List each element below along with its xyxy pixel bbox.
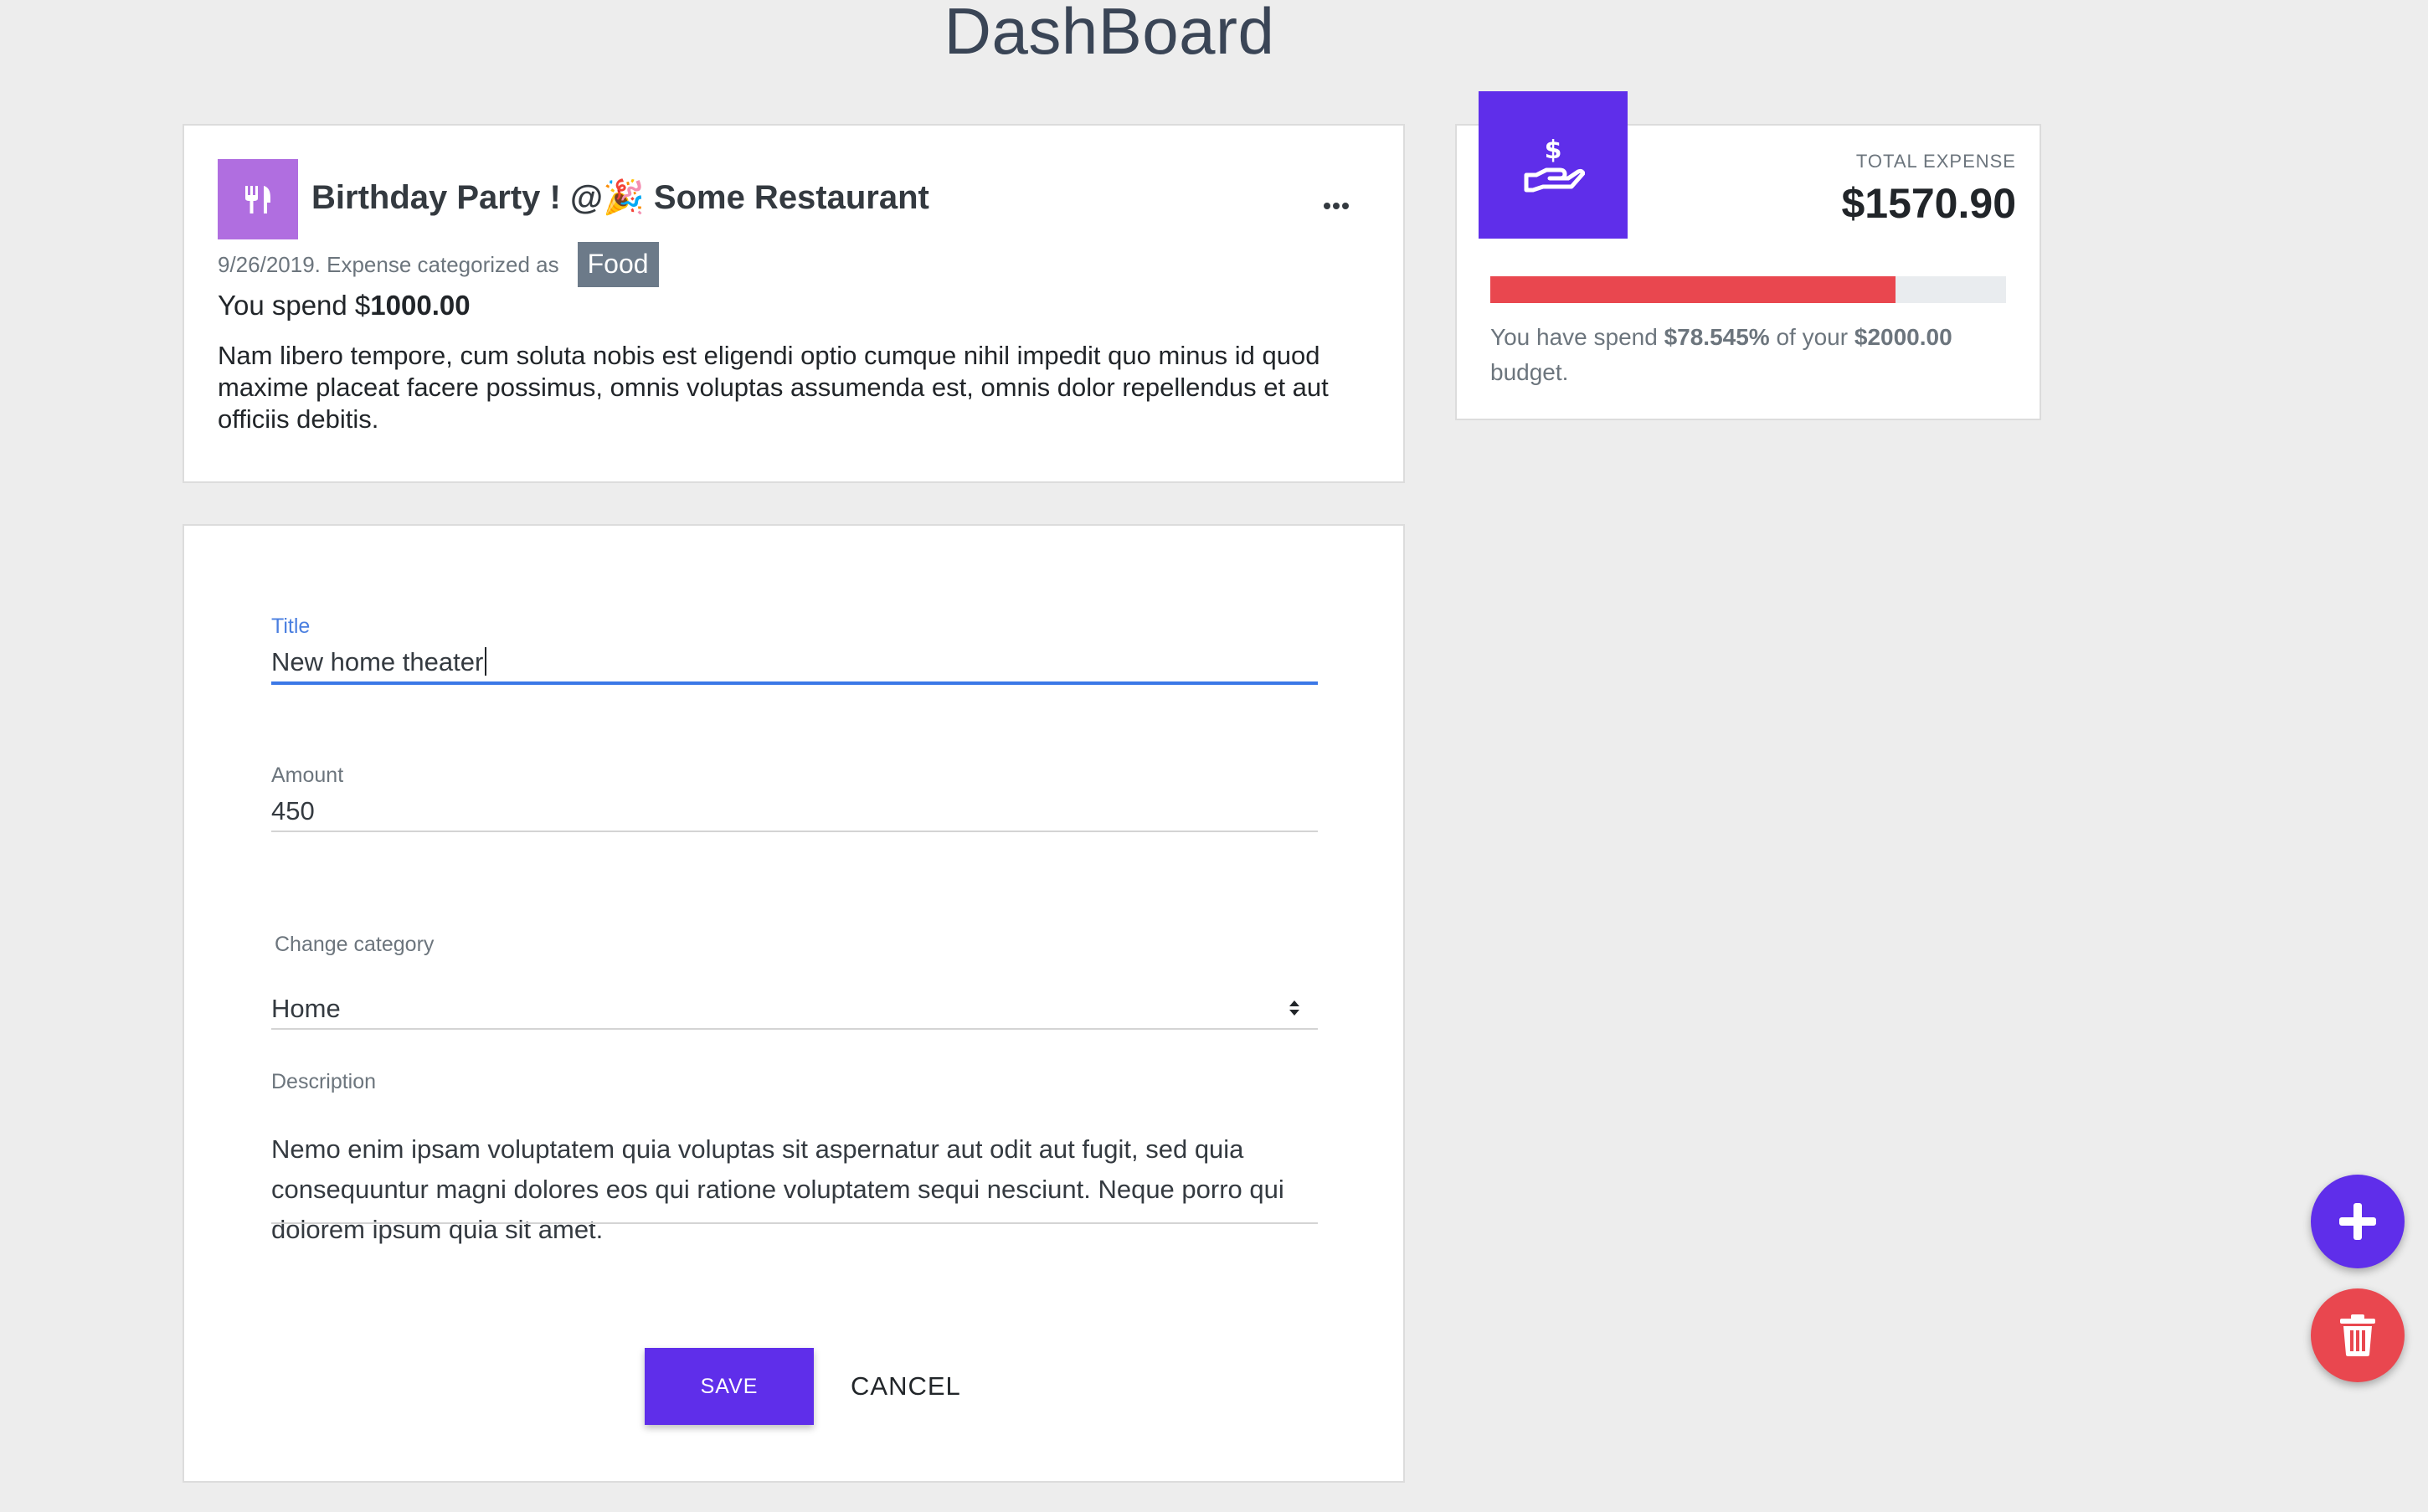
budget-mid: of your [1769, 324, 1854, 350]
budget-progress-fill [1490, 276, 1896, 303]
title-input[interactable]: New home theater [271, 647, 1318, 677]
title-underline [271, 681, 1318, 685]
page-title: DashBoard [944, 0, 1275, 68]
select-arrows-icon[interactable] [1288, 998, 1301, 1022]
category-badge: Food [577, 242, 659, 287]
total-expense-value: $1570.90 [1841, 180, 2016, 227]
expense-date-text: 9/26/2019. Expense categorized as [218, 251, 559, 277]
amount-input[interactable]: 450 [271, 796, 1318, 826]
description-underline [271, 1222, 1318, 1224]
budget-text: You have spend $78.545% of your $2000.00… [1490, 320, 2018, 390]
amount-label: Amount [271, 764, 344, 787]
expense-spend: You spend $1000.00 [218, 290, 471, 321]
budget-percent: $78.545% [1664, 324, 1770, 350]
svg-text:$: $ [1545, 136, 1562, 165]
total-expense-label: TOTAL EXPENSE [1855, 151, 2016, 172]
cancel-button[interactable]: CANCEL [851, 1348, 961, 1425]
budget-amount: $2000.00 [1854, 324, 1952, 350]
expense-edit-form: Title New home theater Amount 450 Change… [183, 524, 1405, 1483]
delete-expense-button[interactable] [2311, 1288, 2405, 1382]
category-label: Change category [275, 933, 435, 956]
description-label: Description [271, 1070, 377, 1093]
text-cursor [485, 647, 487, 676]
expense-meta: 9/26/2019. Expense categorized as Food [218, 239, 659, 290]
spend-amount: 1000.00 [370, 290, 471, 321]
category-field[interactable]: Change category Home [271, 933, 1318, 1030]
expense-card: Birthday Party ! @🎉 Some Restaurant 9/26… [183, 124, 1405, 483]
save-button[interactable]: SAVE [645, 1348, 814, 1425]
category-select[interactable]: Home [271, 994, 1318, 1024]
description-field[interactable]: Description Nemo enim ipsam voluptatem q… [271, 1070, 1318, 1244]
spend-prefix: You spend $ [218, 290, 371, 321]
budget-prefix: You have spend [1490, 324, 1664, 350]
ellipsis-icon[interactable] [1323, 199, 1350, 214]
budget-suffix: budget. [1490, 359, 1569, 385]
plus-icon [2339, 1203, 2376, 1240]
trash-icon [2340, 1314, 2375, 1356]
expense-description: Nam libero tempore, cum soluta nobis est… [218, 341, 1329, 434]
utensils-icon [218, 159, 298, 239]
title-label: Title [271, 615, 311, 638]
description-textarea[interactable]: Nemo enim ipsam voluptatem quia voluptas… [271, 1129, 1318, 1250]
expense-title: Birthday Party ! @🎉 Some Restaurant [311, 179, 929, 216]
budget-progress-bar [1490, 276, 2006, 303]
add-expense-button[interactable] [2311, 1175, 2405, 1268]
amount-field[interactable]: Amount 450 [271, 764, 1318, 832]
hand-dollar-icon: $ [1479, 91, 1628, 239]
title-field[interactable]: Title New home theater [271, 615, 1318, 685]
amount-underline [271, 831, 1318, 832]
category-underline [271, 1028, 1318, 1030]
title-input-value: New home theater [271, 647, 484, 676]
